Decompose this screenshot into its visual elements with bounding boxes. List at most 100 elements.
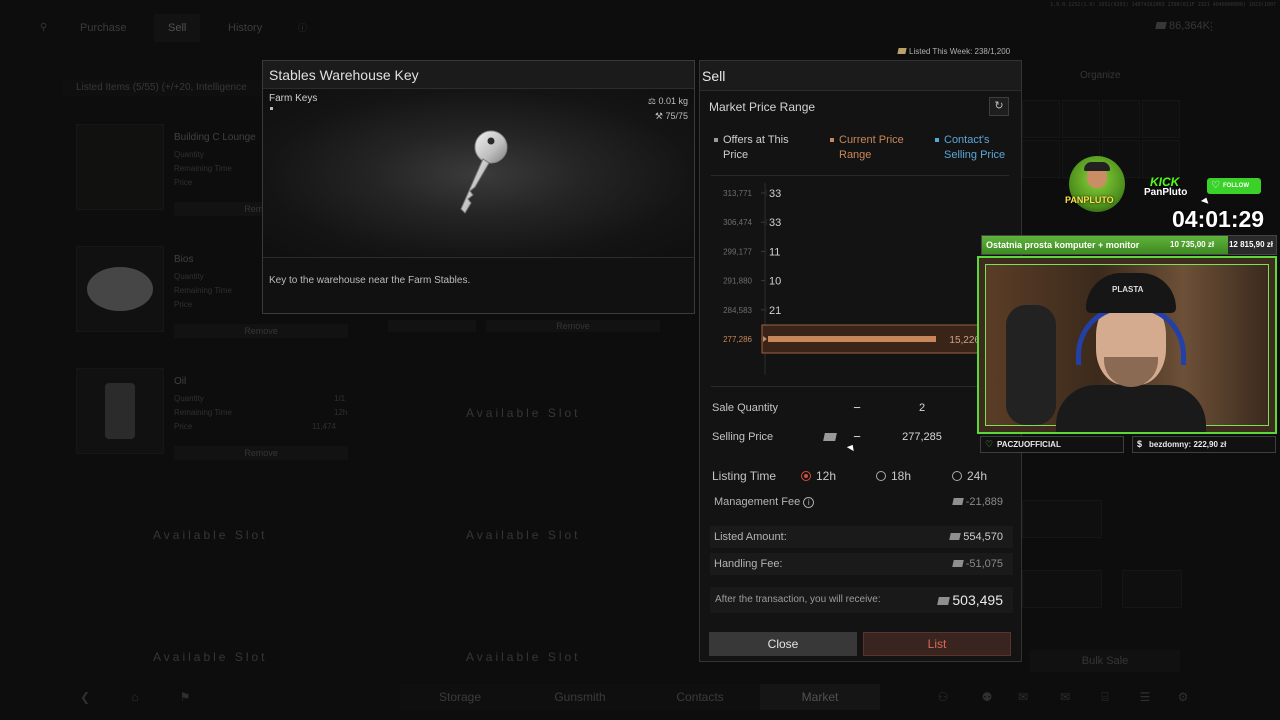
listed-amount-row: Listed Amount: 554,570 (710, 526, 1013, 548)
tab-sell[interactable]: Sell (154, 14, 201, 42)
stash-cell[interactable] (1022, 570, 1102, 608)
info-icon[interactable]: ⓘ (298, 14, 307, 42)
tab-market[interactable]: Market (760, 684, 880, 710)
organize-button[interactable]: Organize (1080, 70, 1121, 81)
chat-icon[interactable]: ✉ (1016, 690, 1030, 704)
offer-count-label: 21 (769, 305, 781, 317)
card-value: 11,474 (312, 422, 336, 431)
listing-option-label: 12h (816, 469, 837, 483)
stash-cell[interactable] (1062, 100, 1100, 138)
stash-cell[interactable] (1022, 140, 1060, 178)
webcam-frame: PLASTA (985, 264, 1269, 432)
stash-cell[interactable] (1102, 100, 1140, 138)
currency-icon (1155, 22, 1167, 29)
quantity-decrease-button[interactable]: − (848, 399, 866, 417)
stash-cell[interactable] (1142, 140, 1180, 178)
price-tick-label: 306,474 (723, 218, 752, 227)
bottom-nav: ❮ ⌂ ⚑ Storage Gunsmith Contacts Market ⚇… (0, 684, 1280, 710)
price-tick-label: 299,177 (723, 247, 752, 256)
stash-cell[interactable] (1022, 100, 1060, 138)
refresh-icon: ↻ (994, 100, 1004, 112)
remove-button[interactable]: Remove (486, 320, 660, 332)
home-icon[interactable]: ⌂ (128, 690, 142, 704)
card-meta: Price (174, 178, 193, 187)
item-image-area: Farm Keys ⚖ 0.01 kg ⚒ 75/75 (263, 89, 694, 259)
stash-cell[interactable] (1142, 100, 1180, 138)
selling-price-stepper[interactable]: − 277,285 (848, 428, 972, 446)
item-durability: ⚒ 75/75 (655, 111, 688, 122)
list-button[interactable]: List (863, 632, 1011, 656)
card-value: 1/1 (334, 394, 346, 403)
listed-amount-value: 554,570 (963, 531, 1003, 543)
tab-history[interactable]: History (228, 14, 262, 42)
listed-amount-label: Listed Amount: (714, 531, 787, 543)
currency-icon (823, 433, 837, 441)
tab-storage[interactable]: Storage (400, 684, 520, 710)
available-slot-label: Available Slot (153, 650, 268, 664)
selling-price-value[interactable]: 277,285 (872, 428, 972, 446)
webcam-chair (1006, 305, 1056, 425)
avatar-name-tag: PANPLUTO (1065, 195, 1114, 205)
tab-purchase[interactable]: Purchase (80, 14, 126, 42)
follow-button[interactable]: ♡ FOLLOW (1207, 178, 1261, 194)
listing-time-18h[interactable]: 18h (876, 469, 911, 483)
offer-count-label: 33 (769, 217, 781, 229)
heart-icon: ♡ (1211, 180, 1220, 191)
handling-fee-value: -51,075 (965, 558, 1003, 570)
offer-count-label: 10 (769, 276, 781, 288)
currency-icon (951, 560, 964, 567)
balance-display: 86,364K (1155, 20, 1210, 32)
card-meta: Quantity (174, 150, 204, 159)
webcam-feed: PLASTA (977, 256, 1277, 434)
listing-time-24h[interactable]: 24h (952, 469, 987, 483)
receive-label: After the transaction, you will receive: (715, 594, 881, 605)
price-tick-label: 284,583 (723, 306, 752, 315)
bulk-sale-button[interactable]: Bulk Sale (1030, 650, 1180, 672)
remove-button[interactable]: Remove (174, 446, 348, 460)
add-friend-icon[interactable]: ⚉ (980, 690, 994, 704)
donation-goal-bar: Ostatnia prosta komputer + monitor 10 73… (981, 235, 1277, 255)
listing-time-12h[interactable]: 12h (801, 469, 836, 483)
chart-divider (711, 386, 1009, 387)
remove-button[interactable]: Remove (174, 324, 348, 338)
category-dot (270, 107, 273, 110)
follow-label: FOLLOW (1223, 183, 1249, 189)
legend-swatch-contact (935, 138, 939, 142)
card-meta: Price (174, 300, 193, 309)
listed-card[interactable]: Oil Quantity Remaining Time Price 1/1 12… (76, 368, 348, 468)
sale-quantity-value[interactable]: 2 (872, 399, 972, 417)
build-info-text: 1.0.0.1252(1.0) 1652(9203) 14874162003 2… (1050, 2, 1276, 8)
card-value: 12h (334, 408, 348, 417)
handling-fee-row: Handling Fee: -51,075 (710, 553, 1013, 575)
offer-bar (768, 336, 936, 342)
mail-icon[interactable]: ✉ (1058, 690, 1072, 704)
item-thumbnail (76, 368, 164, 454)
refresh-button[interactable]: ↻ (989, 97, 1009, 116)
shop-icon[interactable]: ⌸ (1098, 690, 1112, 704)
stash-cell[interactable] (1022, 500, 1102, 538)
sell-title: Sell (700, 61, 1021, 91)
info-icon[interactable]: i (803, 497, 815, 508)
menu-dots-icon[interactable]: ⋮ (1206, 20, 1217, 33)
listing-icon (897, 48, 907, 54)
sale-quantity-label: Sale Quantity (712, 402, 779, 414)
back-arrow-icon[interactable]: ❮ (78, 690, 92, 704)
legend-current-range: Current Price Range (839, 134, 904, 161)
search-icon[interactable]: ⚲ (40, 14, 47, 42)
notes-icon[interactable]: ☰ (1138, 690, 1152, 704)
squad-icon[interactable]: ⚇ (936, 690, 950, 704)
card-meta: Remaining Time (174, 164, 232, 173)
listed-this-week-value: Listed This Week: 238/1,200 (909, 47, 1011, 56)
stash-cell[interactable] (1122, 570, 1182, 608)
settings-gear-icon[interactable]: ⚙ (1176, 690, 1190, 704)
tab-gunsmith[interactable]: Gunsmith (520, 684, 640, 710)
tab-contacts[interactable]: Contacts (640, 684, 760, 710)
dollar-icon: $ (1137, 439, 1143, 449)
sale-quantity-stepper[interactable]: − 2 (848, 399, 972, 417)
flag-icon[interactable]: ⚑ (178, 690, 192, 704)
close-button[interactable]: Close (709, 632, 857, 656)
available-slot-label: Available Slot (466, 650, 581, 664)
card-meta: Remaining Time (174, 408, 232, 417)
listed-amount: 554,570 (949, 526, 1003, 548)
item-title: Stables Warehouse Key (263, 61, 694, 89)
